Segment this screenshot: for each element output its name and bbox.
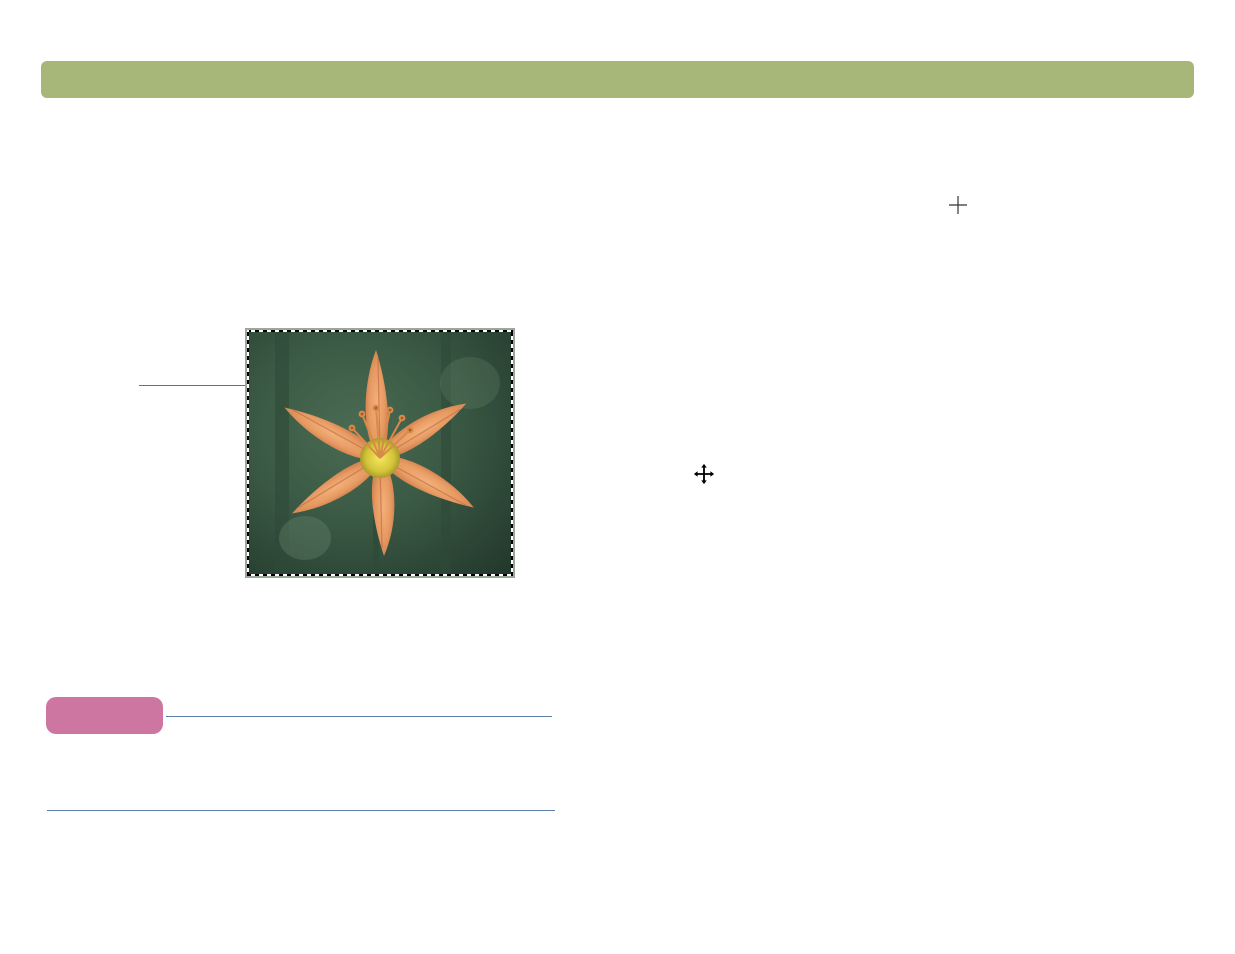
selected-image[interactable]	[245, 328, 515, 578]
section-rule	[47, 810, 555, 811]
pink-tag-button[interactable]	[46, 697, 163, 734]
plus-target-icon	[949, 196, 967, 214]
move-cursor-icon	[693, 463, 715, 485]
section-rule	[166, 716, 552, 717]
flower-photo	[245, 328, 515, 578]
callout-line	[139, 385, 245, 386]
header-bar	[41, 61, 1194, 98]
